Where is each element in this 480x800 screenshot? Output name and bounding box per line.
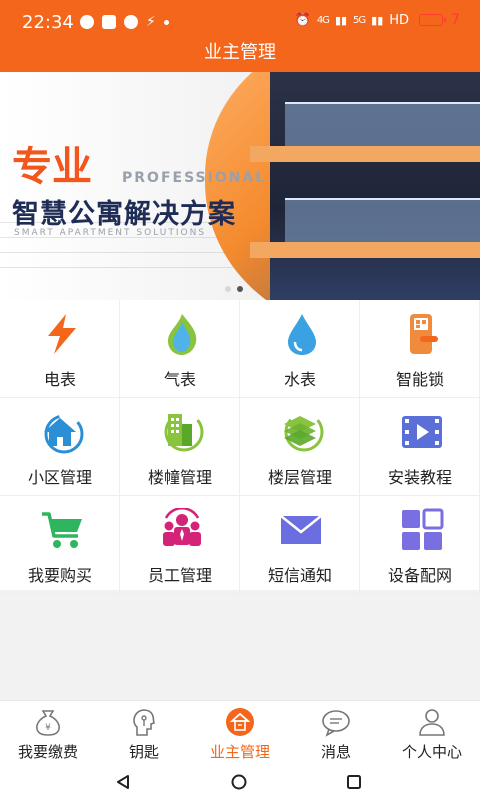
app-notification-icon	[102, 15, 116, 29]
battery-icon	[419, 14, 447, 26]
signal-icon-2: ▮▮	[371, 13, 384, 27]
hd-label: HD	[389, 12, 410, 28]
recent-apps-icon[interactable]	[346, 774, 362, 790]
chat-notification-icon	[80, 15, 94, 29]
home-icon[interactable]	[231, 774, 247, 790]
grid-item-label: 短信通知	[267, 566, 332, 585]
grid-item-label: 气表	[163, 370, 196, 389]
grid-item-sms-notification[interactable]: 短信通知	[240, 496, 360, 594]
pagination-dot-active[interactable]	[237, 286, 243, 292]
staff-group-icon	[163, 508, 201, 546]
grid-item-label: 员工管理	[147, 566, 212, 585]
signal-icon: ▮▮	[334, 13, 348, 27]
lightning-icon	[48, 314, 76, 354]
network-5g-label: 5G	[353, 14, 366, 26]
banner-balcony-slab	[250, 242, 480, 258]
device-network-icon	[402, 508, 444, 550]
nav-label: 个人中心	[401, 743, 462, 761]
nav-item-owner-management[interactable]: 业主管理	[192, 701, 288, 764]
floor-layers-icon	[284, 412, 324, 452]
back-icon[interactable]	[115, 774, 131, 790]
nav-item-key[interactable]: 钥匙	[96, 701, 192, 764]
nav-label: 我要缴费	[17, 743, 78, 761]
grid-item-water-meter[interactable]: 水表	[240, 300, 360, 398]
envelope-icon	[280, 515, 322, 544]
flash-icon: ⚡	[146, 14, 156, 30]
banner-balcony	[285, 102, 480, 146]
grid-item-purchase[interactable]: 我要购买	[0, 496, 120, 594]
banner-subtitle: SMART APARTMENT SOLUTIONS	[14, 228, 207, 238]
grid-item-label: 智能锁	[395, 370, 444, 389]
owner-management-icon	[226, 708, 254, 736]
bottom-navigation: ¥ 我要缴费 钥匙 业主管理 消息 个人中心	[0, 700, 480, 764]
page-title: 业主管理	[204, 42, 276, 63]
grid-item-electric-meter[interactable]: 电表	[0, 300, 120, 398]
nav-label: 钥匙	[128, 743, 159, 761]
nav-label: 业主管理	[209, 743, 270, 761]
nav-item-messages[interactable]: 消息	[288, 701, 384, 764]
grid-item-label: 设备配网	[387, 566, 452, 585]
smart-lock-icon	[410, 314, 438, 354]
banner-pagination	[225, 286, 243, 292]
key-profile-icon	[133, 709, 156, 736]
grid-item-floor-management[interactable]: 楼层管理	[240, 398, 360, 496]
banner-headline: 专业	[12, 144, 92, 190]
message-icon	[322, 710, 350, 737]
status-bar: 22:34 ⚡ ⏰ 4G ▮▮ 5G ▮▮ HD 7	[0, 0, 480, 36]
grid-item-gas-meter[interactable]: 气表	[120, 300, 240, 398]
grid-item-label: 安装教程	[387, 468, 452, 487]
nav-item-profile[interactable]: 个人中心	[384, 701, 480, 764]
system-navigation-bar	[0, 764, 480, 800]
community-house-icon	[44, 414, 84, 454]
grid-item-label: 电表	[43, 370, 76, 389]
grid-item-device-network[interactable]: 设备配网	[360, 496, 480, 594]
water-drop-icon	[288, 314, 316, 355]
network-4g-label: 4G	[316, 14, 330, 26]
function-grid: 电表 气表 水表 智能锁 小区管理 楼幢管理 楼层管理 安装教程 我要购买 员工…	[0, 300, 480, 594]
app-header: 22:34 ⚡ ⏰ 4G ▮▮ 5G ▮▮ HD 7 业主管理	[0, 0, 480, 72]
banner-balcony	[285, 198, 480, 242]
shopping-cart-icon	[42, 512, 82, 548]
person-icon	[419, 709, 445, 736]
more-dot-icon	[163, 19, 169, 25]
grid-item-label: 我要购买	[27, 566, 92, 585]
gas-flame-icon	[168, 314, 197, 355]
payment-bag-icon: ¥	[36, 710, 60, 736]
nav-label: 消息	[320, 743, 351, 761]
grid-item-label: 楼幢管理	[147, 468, 212, 487]
svg-text:¥: ¥	[45, 723, 51, 733]
grid-item-installation-tutorial[interactable]: 安装教程	[360, 398, 480, 496]
alarm-icon: ⏰	[294, 12, 311, 28]
grid-item-label: 小区管理	[27, 468, 92, 487]
nav-item-payment[interactable]: ¥ 我要缴费	[0, 701, 96, 764]
pagination-dot[interactable]	[225, 286, 231, 292]
promo-banner[interactable]: 专业 PROFESSIONAL 智慧公寓解决方案 SMART APARTMENT…	[0, 72, 480, 300]
grid-item-label: 水表	[283, 370, 316, 389]
banner-tagline: 智慧公寓解决方案	[12, 199, 236, 230]
status-left-icons: ⚡	[80, 14, 169, 30]
download-icon	[124, 15, 138, 29]
banner-balcony-slab	[250, 146, 480, 162]
grid-item-smart-lock[interactable]: 智能锁	[360, 300, 480, 398]
building-icon	[164, 412, 204, 452]
banner-professional: PROFESSIONAL	[122, 170, 267, 186]
grid-item-community-management[interactable]: 小区管理	[0, 398, 120, 496]
grid-item-building-management[interactable]: 楼幢管理	[120, 398, 240, 496]
grid-item-staff-management[interactable]: 员工管理	[120, 496, 240, 594]
grid-item-label: 楼层管理	[267, 468, 332, 487]
battery-level: 7	[451, 12, 460, 28]
status-right-icons: ⏰ 4G ▮▮ 5G ▮▮ HD 7	[295, 12, 460, 28]
video-tutorial-icon	[402, 416, 442, 448]
status-time: 22:34	[22, 12, 74, 33]
